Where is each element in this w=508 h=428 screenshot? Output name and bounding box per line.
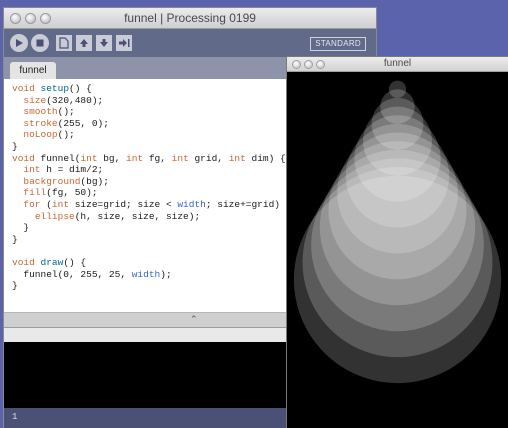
code-line[interactable]: fill(fg, 50); <box>12 187 98 199</box>
open-button[interactable] <box>76 35 92 51</box>
run-icon <box>16 39 23 47</box>
code-token: int <box>80 152 98 164</box>
code-line[interactable]: background(bg); <box>12 176 109 187</box>
funnel-ellipse <box>293 175 502 384</box>
code-token: (fg, 50); <box>46 187 98 199</box>
code-line[interactable]: } <box>12 234 18 245</box>
code-token: bg, <box>97 152 127 164</box>
code-token: } <box>12 280 18 292</box>
ide-toolbar: STANDARD <box>4 29 376 57</box>
code-token: (); <box>57 106 75 118</box>
code-token: stroke <box>23 117 58 129</box>
code-token: int <box>228 152 246 164</box>
ide-window-title: funnel | Processing 0199 <box>124 11 256 25</box>
code-token: draw <box>40 256 64 268</box>
code-token: funnel( <box>34 152 81 164</box>
code-token: void <box>12 152 35 164</box>
funnel-drawing <box>287 72 508 428</box>
code-token: for <box>23 198 41 210</box>
ide-titlebar[interactable]: funnel | Processing 0199 <box>4 8 376 29</box>
new-button[interactable] <box>56 35 72 51</box>
code-token: void <box>12 256 35 268</box>
save-button[interactable] <box>96 35 112 51</box>
chevron-up-icon[interactable]: ⌃ <box>190 314 198 325</box>
code-token: ( <box>40 198 52 210</box>
code-line[interactable]: int h = dim/2; <box>12 164 103 175</box>
save-icon <box>100 39 108 47</box>
code-token: (255, 0); <box>57 117 109 129</box>
code-token: } <box>12 222 30 234</box>
code-token: int <box>23 164 41 176</box>
code-token: int <box>126 152 144 164</box>
code-token: } <box>12 140 18 152</box>
code-token: () { <box>69 83 92 94</box>
new-icon <box>59 37 69 49</box>
sketch-window-title: funnel <box>383 58 412 69</box>
code-line[interactable]: smooth(); <box>12 106 75 118</box>
code-token: dim) { <box>245 152 286 164</box>
code-token: grid, <box>188 152 229 164</box>
tab-funnel[interactable]: funnel <box>10 62 56 79</box>
code-token: void <box>12 83 35 94</box>
code-line[interactable]: for (int size=grid; size < width; size+=… <box>12 199 291 210</box>
code-token: noLoop <box>23 129 58 141</box>
code-token: size=grid; size < <box>69 198 178 210</box>
code-line[interactable]: stroke(255, 0); <box>12 118 109 129</box>
code-token: fg, <box>143 152 172 164</box>
code-token: int <box>51 198 70 210</box>
code-token: } <box>12 233 18 245</box>
code-token: size <box>23 94 47 106</box>
code-token: width <box>131 268 161 280</box>
code-token: (bg); <box>80 175 109 187</box>
code-token: int <box>171 152 189 164</box>
export-button[interactable] <box>116 35 132 51</box>
code-token: (320,480); <box>46 94 104 106</box>
run-button[interactable] <box>10 34 28 52</box>
export-icon <box>119 39 130 47</box>
code-token: (); <box>57 129 75 141</box>
code-token: background <box>23 175 81 187</box>
code-token: ); <box>160 268 172 280</box>
code-line[interactable]: noLoop(); <box>12 129 75 141</box>
line-number: 1 <box>12 412 18 422</box>
code-line[interactable]: void setup() { <box>12 83 92 94</box>
code-token: () { <box>63 256 87 268</box>
code-line[interactable]: funnel(0, 255, 25, width); <box>12 268 172 280</box>
stop-button[interactable] <box>31 34 49 52</box>
code-token: ; size+=grid) { <box>205 198 292 210</box>
code-token: width <box>177 198 206 210</box>
code-token: fill <box>23 187 47 199</box>
stop-icon <box>36 39 44 47</box>
code-line[interactable]: void funnel(int bg, int fg, int grid, in… <box>12 153 286 164</box>
mode-selector[interactable]: STANDARD <box>310 37 366 51</box>
code-line[interactable]: size(320,480); <box>12 95 103 106</box>
sketch-window: funnel <box>287 57 508 428</box>
code-line[interactable]: } <box>12 222 29 233</box>
sketch-titlebar[interactable]: funnel <box>287 57 508 72</box>
code-line[interactable]: ellipse(h, size, size, size); <box>12 211 200 222</box>
code-token: setup <box>40 83 70 94</box>
code-line[interactable]: } <box>12 141 18 152</box>
code-line[interactable]: } <box>12 280 18 291</box>
code-token: funnel(0, 255, 25, <box>12 268 132 280</box>
code-line[interactable]: void draw() { <box>12 257 86 268</box>
code-token: smooth <box>23 106 58 118</box>
open-icon <box>80 39 88 47</box>
code-token: (h, size, size, size); <box>74 210 201 222</box>
code-token: ellipse <box>34 210 75 222</box>
sketch-canvas <box>287 72 508 428</box>
code-token: h = dim/2; <box>40 164 104 176</box>
